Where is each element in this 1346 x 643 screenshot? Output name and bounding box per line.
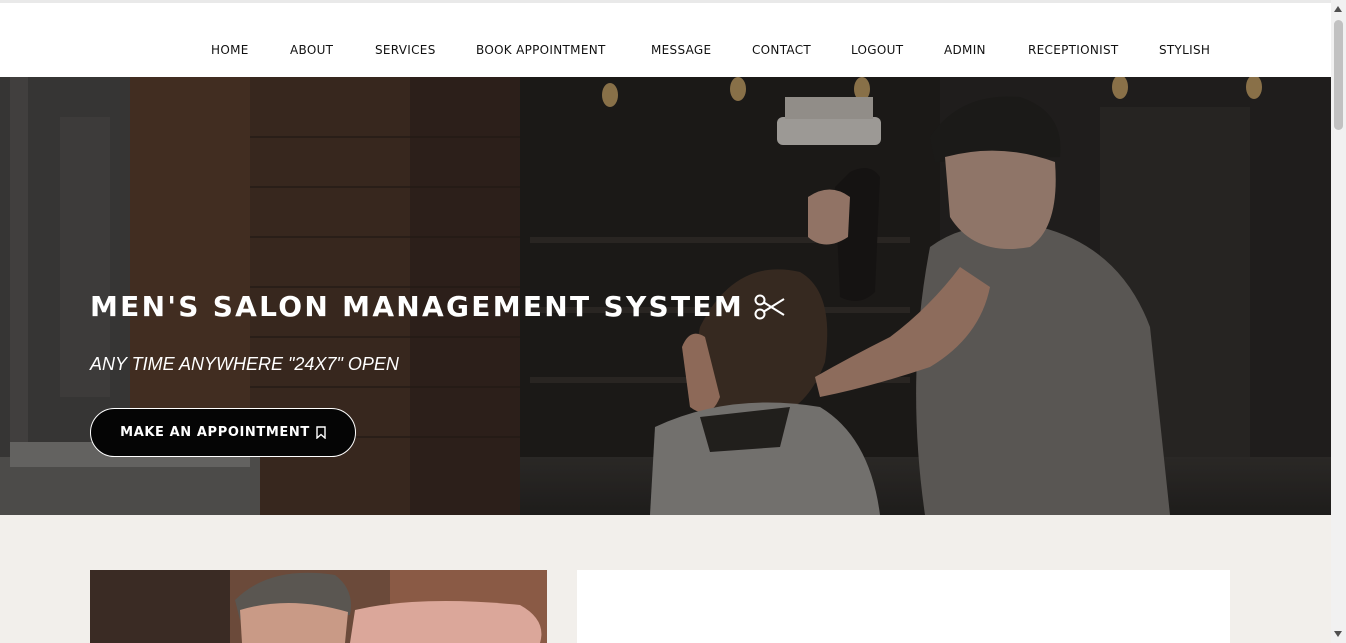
nav-stylish[interactable]: STYLISH <box>1159 43 1210 57</box>
about-card <box>577 570 1230 643</box>
nav-admin[interactable]: ADMIN <box>944 43 986 57</box>
hero-subtitle: ANY TIME ANYWHERE "24X7" OPEN <box>90 354 399 374</box>
nav-about[interactable]: ABOUT <box>290 43 333 57</box>
bookmark-icon <box>316 426 326 439</box>
nav-message[interactable]: MESSAGE <box>651 43 711 57</box>
hero-title: MEN'S SALON MANAGEMENT SYSTEM <box>90 290 786 323</box>
scrollbar-thumb[interactable] <box>1334 20 1343 130</box>
nav-services[interactable]: SERVICES <box>375 43 436 57</box>
scroll-down-arrow-icon[interactable] <box>1334 631 1342 637</box>
nav-menu: HOME ABOUT SERVICES BOOK APPOINTMENT MES… <box>0 3 1331 77</box>
about-photo <box>90 570 547 643</box>
scroll-up-arrow-icon[interactable] <box>1334 6 1342 12</box>
about-image <box>90 570 547 643</box>
nav-home[interactable]: HOME <box>211 43 249 57</box>
nav-receptionist[interactable]: RECEPTIONIST <box>1028 43 1119 57</box>
make-appointment-label: MAKE AN APPOINTMENT <box>120 425 310 440</box>
nav-book-appointment[interactable]: BOOK APPOINTMENT <box>476 43 606 57</box>
page: HOME ABOUT SERVICES BOOK APPOINTMENT MES… <box>0 0 1346 643</box>
navbar: HOME ABOUT SERVICES BOOK APPOINTMENT MES… <box>0 3 1331 77</box>
hero-title-text: MEN'S SALON MANAGEMENT SYSTEM <box>90 290 744 323</box>
make-appointment-button[interactable]: MAKE AN APPOINTMENT <box>90 408 356 457</box>
nav-logout[interactable]: LOGOUT <box>851 43 903 57</box>
hero-banner: MEN'S SALON MANAGEMENT SYSTEM ANY TIME A… <box>0 77 1331 515</box>
nav-contact[interactable]: CONTACT <box>752 43 811 57</box>
scrollbar[interactable] <box>1331 0 1346 643</box>
scissors-icon <box>754 294 785 319</box>
